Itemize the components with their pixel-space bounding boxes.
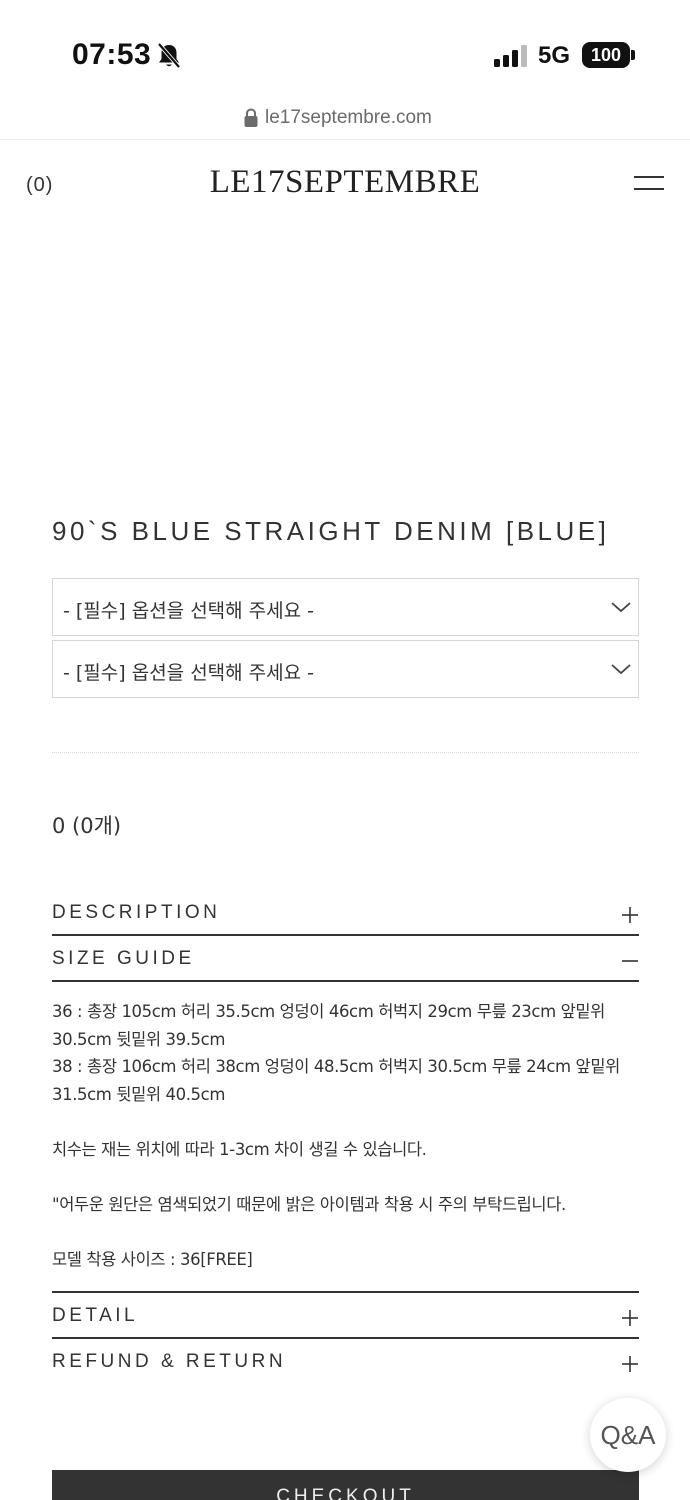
accordion-label: SIZE GUIDE	[52, 948, 195, 969]
option-select-1[interactable]: - [필수] 옵션을 선택해 주세요 -	[52, 578, 639, 636]
site-logo[interactable]: LE17SEPTEMBRE	[0, 164, 690, 201]
size-guide-line: 치수는 재는 위치에 따라 1-3cm 차이 생길 수 있습니다.	[52, 1139, 427, 1159]
option-select-label: - [필수] 옵션을 선택해 주세요 -	[63, 600, 315, 622]
option-select-label: - [필수] 옵션을 선택해 주세요 -	[63, 662, 315, 684]
status-time: 07:53	[72, 38, 152, 71]
total-price: 0 (0개)	[52, 814, 122, 838]
accordion-description[interactable]: DESCRIPTION	[52, 890, 639, 936]
size-guide-line: 모델 착용 사이즈 : 36[FREE]	[52, 1249, 253, 1269]
network-type: 5G	[538, 42, 571, 69]
option-select-2[interactable]: - [필수] 옵션을 선택해 주세요 -	[52, 640, 639, 698]
accordion-label: DETAIL	[52, 1305, 139, 1326]
url-bar[interactable]: le17septembre.com	[0, 100, 690, 140]
size-guide-content: 36 : 총장 105cm 허리 35.5cm 엉덩이 46cm 허벅지 29c…	[52, 998, 642, 1273]
chevron-down-icon	[611, 664, 631, 675]
plus-icon	[622, 907, 638, 923]
lock-icon	[244, 108, 258, 127]
plus-icon	[622, 1310, 638, 1326]
accordion-detail[interactable]: DETAIL	[52, 1293, 639, 1339]
checkout-button[interactable]: CHECKOUT	[52, 1470, 639, 1500]
status-bar: 07:53 5G 100	[0, 0, 690, 100]
menu-icon[interactable]	[634, 174, 664, 192]
size-guide-line: 38 : 총장 106cm 허리 38cm 엉덩이 48.5cm 허벅지 30.…	[52, 1057, 620, 1104]
minus-icon	[622, 960, 638, 962]
size-guide-line: "어두운 원단은 염색되었기 때문에 밝은 아이템과 착용 시 주의 부탁드립니…	[52, 1194, 566, 1214]
accordion-refund-return[interactable]: REFUND & RETURN	[52, 1339, 639, 1385]
accordion-label: DESCRIPTION	[52, 902, 221, 923]
divider	[52, 752, 639, 753]
accordion-label: REFUND & RETURN	[52, 1351, 287, 1372]
url-text: le17septembre.com	[265, 107, 432, 128]
battery-tip	[631, 50, 635, 60]
product-title: 90`S BLUE STRAIGHT DENIM [BLUE]	[52, 516, 610, 546]
accordion-divider	[52, 980, 639, 982]
bell-off-icon	[157, 42, 181, 69]
qa-button[interactable]: Q&A	[590, 1398, 666, 1472]
plus-icon	[622, 1356, 638, 1372]
accordion-size-guide[interactable]: SIZE GUIDE	[52, 936, 639, 982]
signal-icon	[494, 45, 527, 67]
size-guide-line: 36 : 총장 105cm 허리 35.5cm 엉덩이 46cm 허벅지 29c…	[52, 1002, 605, 1049]
battery-indicator: 100	[582, 42, 630, 68]
chevron-down-icon	[611, 602, 631, 613]
